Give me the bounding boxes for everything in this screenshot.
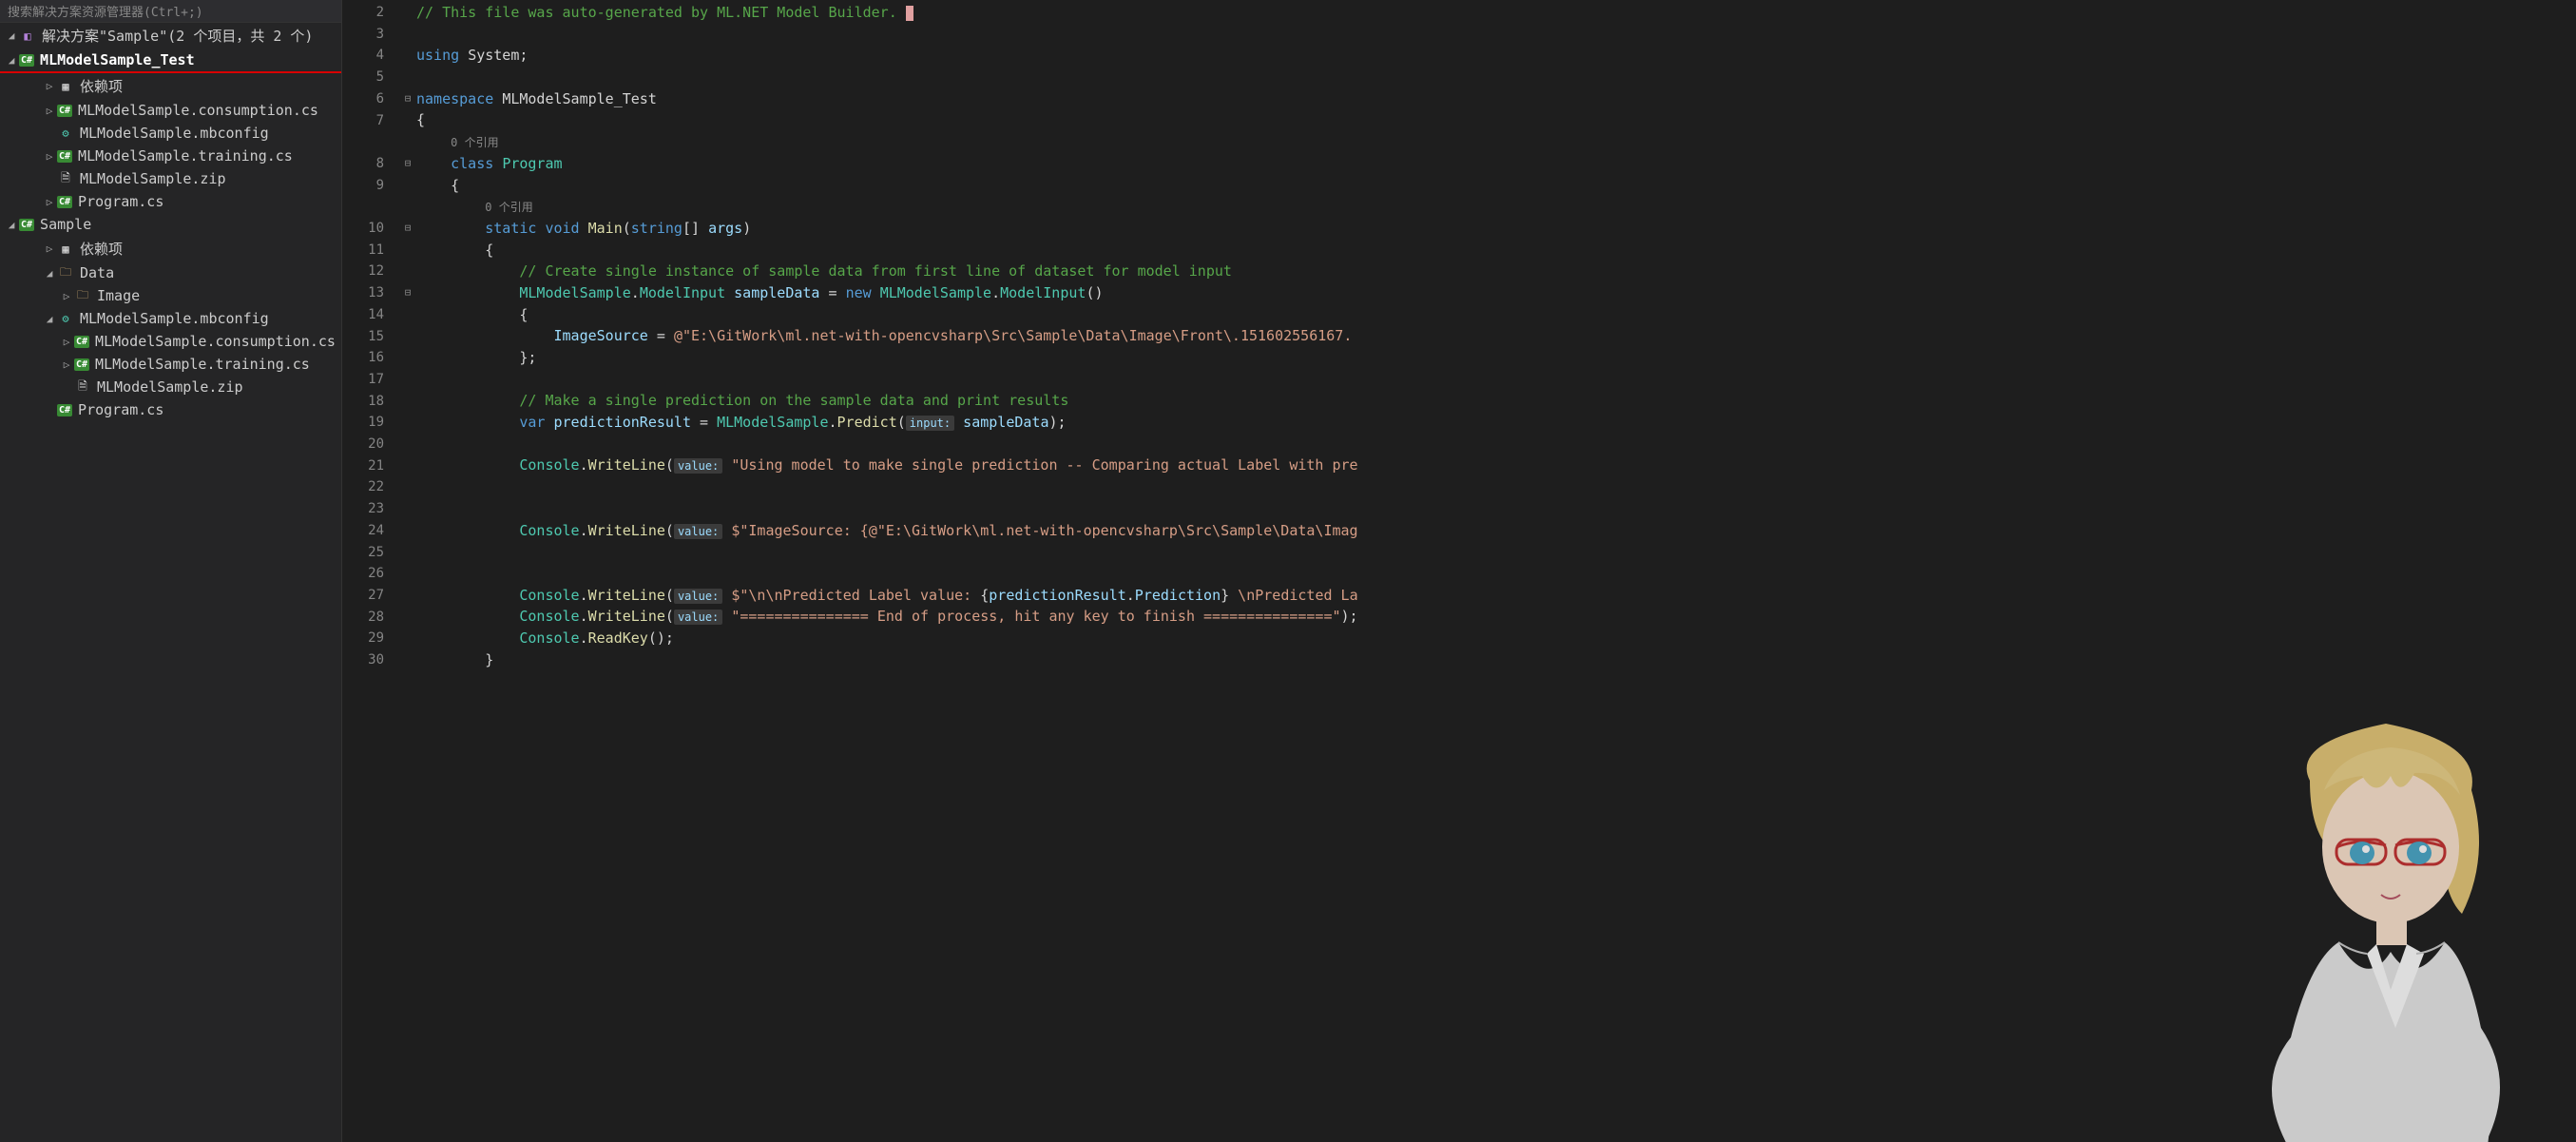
tree-label: MLModelSample.training.cs (95, 356, 310, 373)
tree-label: Data (80, 264, 114, 281)
solution-explorer: 搜索解决方案资源管理器(Ctrl+;) ◢ ◧ 解决方案"Sample"(2 个… (0, 0, 342, 1142)
file-icon: 🗎 (57, 171, 74, 186)
file-node[interactable]: ▷ C# MLModelSample.consumption.cs (0, 99, 341, 122)
code-area[interactable]: // This file was auto-generated by ML.NE… (416, 0, 2576, 1142)
file-node[interactable]: 🗎 MLModelSample.zip (0, 376, 341, 398)
dependencies-node[interactable]: ▷ ▦ 依赖项 (0, 236, 341, 261)
csproj-icon: C# (19, 219, 34, 231)
csharp-icon: C# (57, 404, 72, 416)
project-node-mlmodelsample-test[interactable]: ◢ C# MLModelSample_Test (0, 48, 341, 73)
project-label: MLModelSample_Test (40, 51, 195, 68)
tree-label: MLModelSample.training.cs (78, 147, 293, 165)
solution-icon: ◧ (19, 29, 36, 44)
file-icon: 🗎 (74, 379, 91, 395)
search-placeholder[interactable]: 搜索解决方案资源管理器(Ctrl+;) (0, 0, 341, 23)
code-editor[interactable]: 234567 89 101112131415161718192021222324… (342, 0, 2576, 1142)
chevron-down-icon: ◢ (4, 219, 19, 231)
tree-label: MLModelSample.consumption.cs (78, 102, 318, 119)
file-node[interactable]: ◢ ⚙ MLModelSample.mbconfig (0, 307, 341, 330)
chevron-down-icon: ◢ (42, 313, 57, 325)
csharp-icon: C# (57, 150, 72, 163)
file-node[interactable]: C# Program.cs (0, 398, 341, 421)
tree-label: MLModelSample.zip (80, 170, 226, 187)
file-node[interactable]: ▷ C# Program.cs (0, 190, 341, 213)
chevron-right-icon: ▷ (42, 105, 57, 117)
tree-label: Program.cs (78, 193, 163, 210)
csharp-icon: C# (74, 336, 89, 348)
project-node-sample[interactable]: ◢ C# Sample (0, 213, 341, 236)
solution-node[interactable]: ◢ ◧ 解决方案"Sample"(2 个项目，共 2 个) (0, 23, 341, 48)
csharp-icon: C# (57, 105, 72, 117)
chevron-down-icon: ◢ (42, 267, 57, 280)
file-node[interactable]: ▷ C# MLModelSample.training.cs (0, 353, 341, 376)
chevron-right-icon: ▷ (59, 290, 74, 302)
chevron-right-icon: ▷ (42, 242, 57, 255)
chevron-down-icon: ◢ (4, 29, 19, 42)
file-node[interactable]: ⚙ MLModelSample.mbconfig (0, 122, 341, 145)
file-node[interactable]: 🗎 MLModelSample.zip (0, 167, 341, 190)
tree-label: Program.cs (78, 401, 163, 418)
config-icon: ⚙ (57, 126, 74, 141)
tree-label: MLModelSample.mbconfig (80, 310, 269, 327)
tree-label: MLModelSample.zip (97, 378, 243, 396)
tree-label: MLModelSample.consumption.cs (95, 333, 336, 350)
dependencies-node[interactable]: ▷ ▦ 依赖项 (0, 73, 341, 99)
dependencies-icon: ▦ (57, 242, 74, 257)
tree-label: 依赖项 (80, 76, 123, 96)
fold-column[interactable]: ⊟ ⊟ ⊟ ⊟ (399, 0, 416, 1142)
chevron-right-icon: ▷ (42, 80, 57, 92)
tree-label: MLModelSample.mbconfig (80, 125, 269, 142)
tree-label: Image (97, 287, 140, 304)
csharp-icon: C# (57, 196, 72, 208)
solution-label: 解决方案"Sample"(2 个项目，共 2 个) (42, 26, 313, 46)
csproj-icon: C# (19, 54, 34, 67)
folder-icon: 🗀 (74, 288, 91, 303)
csharp-icon: C# (74, 358, 89, 371)
chevron-right-icon: ▷ (42, 196, 57, 208)
dependencies-icon: ▦ (57, 79, 74, 94)
file-node[interactable]: ▷ C# MLModelSample.consumption.cs (0, 330, 341, 353)
chevron-right-icon: ▷ (42, 150, 57, 163)
folder-node[interactable]: ▷ 🗀 Image (0, 284, 341, 307)
project-label: Sample (40, 216, 91, 233)
chevron-right-icon: ▷ (59, 358, 74, 371)
line-number-gutter: 234567 89 101112131415161718192021222324… (342, 0, 399, 1142)
chevron-down-icon: ◢ (4, 54, 19, 67)
chevron-right-icon: ▷ (59, 336, 74, 348)
folder-icon: 🗀 (57, 265, 74, 281)
file-node[interactable]: ▷ C# MLModelSample.training.cs (0, 145, 341, 167)
tree-label: 依赖项 (80, 239, 123, 259)
config-icon: ⚙ (57, 311, 74, 326)
folder-node[interactable]: ◢ 🗀 Data (0, 261, 341, 284)
